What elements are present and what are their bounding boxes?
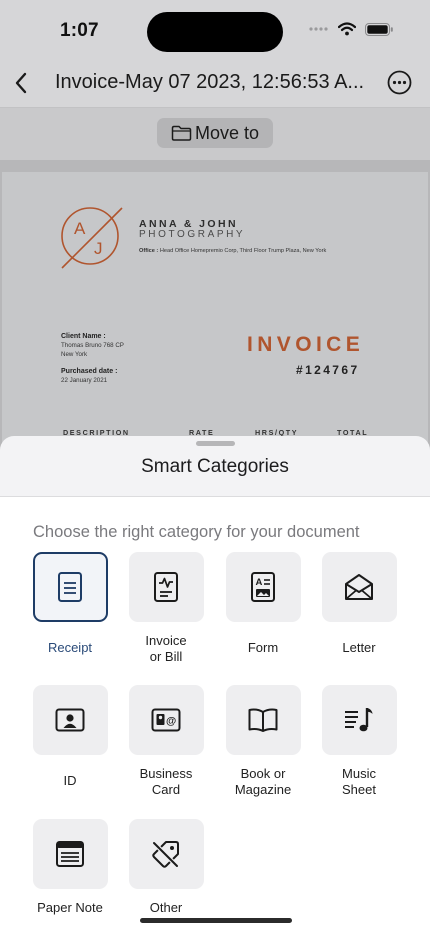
category-label: Book or Magazine xyxy=(234,766,292,797)
category-receipt[interactable]: Receipt xyxy=(22,552,118,656)
tag-off-icon xyxy=(152,841,179,868)
category-form[interactable]: A Form xyxy=(215,552,311,656)
more-options-button[interactable] xyxy=(386,69,412,95)
category-label: ID xyxy=(63,773,77,788)
category-label: Business Card xyxy=(139,766,193,797)
sheet-grabber[interactable] xyxy=(196,441,235,446)
category-tile xyxy=(32,685,108,755)
category-label: Paper Note xyxy=(37,900,103,915)
client-name-label: Client Name : xyxy=(61,333,106,340)
purchased-date-label: Purchased date : xyxy=(61,368,118,375)
category-letter[interactable]: Letter xyxy=(311,552,407,656)
sheet-subtitle: Choose the right category for your docum… xyxy=(33,523,360,541)
battery-icon xyxy=(365,22,393,36)
paper-note-icon xyxy=(56,841,84,867)
category-label: Receipt xyxy=(47,640,93,655)
book-icon xyxy=(248,708,278,732)
category-other[interactable]: Other xyxy=(118,819,214,916)
category-tile xyxy=(32,819,108,889)
category-paper-note[interactable]: Paper Note xyxy=(22,819,118,916)
category-label: Music Sheet xyxy=(342,766,376,797)
chevron-left-icon xyxy=(15,72,27,94)
music-sheet-icon xyxy=(345,708,373,732)
document-title: Invoice-May 07 2023, 12:56:53 A... xyxy=(55,71,365,93)
studio-logo: A J xyxy=(61,207,123,269)
back-button[interactable] xyxy=(6,67,36,99)
category-label: Other xyxy=(149,900,183,915)
office-label: Office : xyxy=(139,248,159,254)
category-tile xyxy=(225,685,301,755)
svg-text:@: @ xyxy=(166,715,176,727)
category-invoice-or-bill[interactable]: Invoice or Bill xyxy=(118,552,214,664)
category-tile: @ xyxy=(128,685,204,755)
move-to-label: Move to xyxy=(194,122,260,143)
category-tile xyxy=(32,552,108,622)
sheet-body: Choose the right category for your docum… xyxy=(0,497,430,932)
office-address: Head Office Homepremio Corp, Third Floor… xyxy=(159,248,327,254)
logo-letter-a: A xyxy=(74,219,86,238)
form-icon: A xyxy=(251,572,275,602)
id-card-icon xyxy=(55,708,85,732)
status-time: 1:07 xyxy=(60,20,99,41)
studio-subtitle: PHOTOGRAPHY xyxy=(139,229,246,240)
wifi-icon xyxy=(338,22,356,36)
business-card-icon: @ xyxy=(151,708,181,732)
category-tile: A xyxy=(225,552,301,622)
document-toolbar: Move to xyxy=(0,108,430,160)
category-id[interactable]: ID xyxy=(22,685,118,789)
status-bar: 1:07 xyxy=(0,0,430,58)
category-label: Letter xyxy=(342,640,376,655)
studio-address: Office : Head Office Homepremio Corp, Th… xyxy=(139,248,326,254)
receipt-icon xyxy=(58,572,82,602)
dynamic-island xyxy=(147,12,283,52)
envelope-icon xyxy=(345,574,373,600)
invoice-number: #124767 xyxy=(296,363,360,377)
folder-icon xyxy=(171,125,192,141)
document-preview: A J ANNA & JOHN PHOTOGRAPHY Office : Hea… xyxy=(0,160,430,472)
logo-letter-j: J xyxy=(94,239,103,258)
category-label: Invoice or Bill xyxy=(145,633,187,664)
smart-categories-sheet: Smart Categories Choose the right catego… xyxy=(0,436,430,932)
category-music-sheet[interactable]: Music Sheet xyxy=(311,685,407,797)
category-business-card[interactable]: @ Business Card xyxy=(118,685,214,797)
category-tile xyxy=(321,685,397,755)
category-tile xyxy=(128,552,204,622)
move-to-button[interactable]: Move to xyxy=(157,118,273,148)
cellular-signal-icon xyxy=(309,27,328,31)
category-label: Form xyxy=(247,640,279,655)
ellipsis-circle-icon xyxy=(387,70,411,94)
svg-text:A: A xyxy=(256,577,263,588)
invoice-page: A J ANNA & JOHN PHOTOGRAPHY Office : Hea… xyxy=(2,172,428,472)
sheet-title: Smart Categories xyxy=(141,456,289,477)
status-icons xyxy=(309,22,394,36)
home-indicator[interactable] xyxy=(140,918,292,923)
category-tile xyxy=(128,819,204,889)
invoice-heading: INVOICE xyxy=(247,333,365,356)
category-book-or-magazine[interactable]: Book or Magazine xyxy=(215,685,311,797)
invoice-icon xyxy=(154,572,178,602)
client-name-value: Thomas Bruno 768 CP New York xyxy=(61,342,124,358)
category-tile xyxy=(321,552,397,622)
navigation-bar: Invoice-May 07 2023, 12:56:53 A... xyxy=(0,58,430,108)
purchased-date-value: 22 January 2021 xyxy=(61,377,108,384)
